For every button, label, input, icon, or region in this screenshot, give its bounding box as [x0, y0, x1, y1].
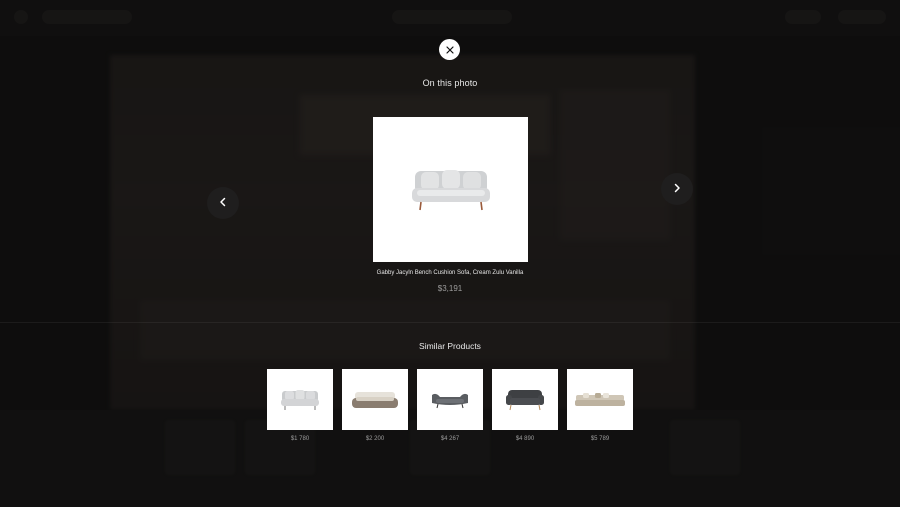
product-thumbnail [567, 369, 633, 430]
product-thumbnail [492, 369, 558, 430]
sofa-image [411, 169, 490, 210]
product-image[interactable] [373, 117, 528, 262]
product-thumbnail [267, 369, 333, 430]
similar-product-card[interactable]: $2 200 [342, 369, 408, 442]
product-name[interactable]: Gabby Jacyln Bench Cushion Sofa, Cream Z… [0, 270, 900, 276]
next-button[interactable] [661, 173, 693, 205]
close-icon [445, 41, 454, 59]
page-title: On this photo [422, 78, 478, 88]
previous-button[interactable] [207, 187, 239, 219]
product-price: $3,191 [437, 284, 463, 293]
product-price: $4 267 [440, 436, 460, 442]
product-thumbnail [342, 369, 408, 430]
product-price: $1 780 [290, 436, 310, 442]
similar-product-card[interactable]: $1 780 [267, 369, 333, 442]
section-divider [0, 322, 900, 323]
chevron-right-icon [673, 180, 681, 198]
similar-products-list: $1 780 $2 200 $4 267 $4 890 $5 789 [267, 369, 633, 442]
similar-product-card[interactable]: $5 789 [567, 369, 633, 442]
chevron-left-icon [219, 194, 227, 212]
similar-products-title: Similar Products [419, 341, 481, 351]
close-button[interactable] [439, 39, 460, 60]
product-price: $4 890 [515, 436, 535, 442]
product-price: $2 200 [365, 436, 385, 442]
product-thumbnail [417, 369, 483, 430]
similar-product-card[interactable]: $4 267 [417, 369, 483, 442]
product-price: $5 789 [590, 436, 610, 442]
similar-product-card[interactable]: $4 890 [492, 369, 558, 442]
